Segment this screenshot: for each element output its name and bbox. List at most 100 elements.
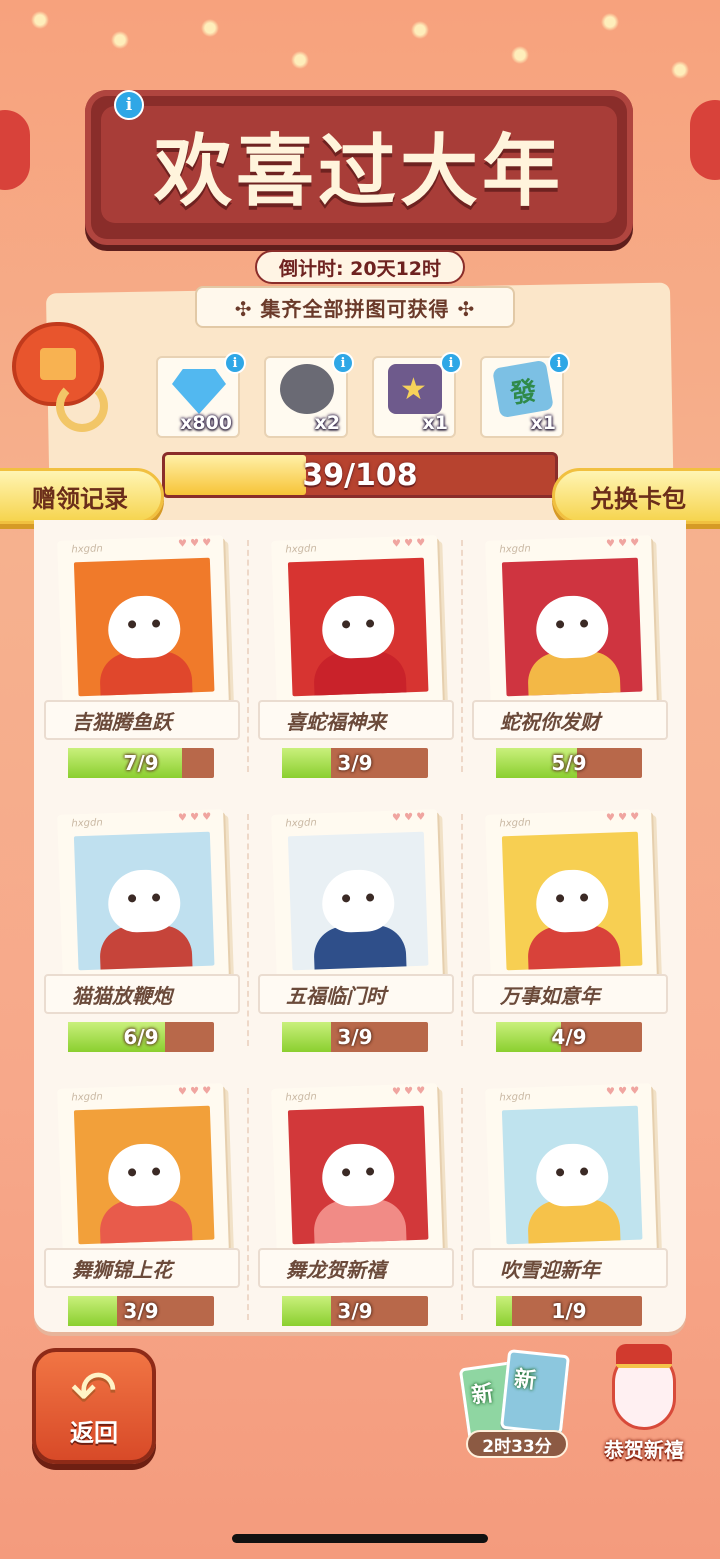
reward-qty: x2: [314, 412, 340, 434]
card-brand: hxgdn: [499, 817, 531, 830]
card-progress-label: 5/9: [551, 751, 587, 775]
card-name: 五福临门时: [258, 974, 454, 1014]
hearts-icon: ♥ ♥ ♥: [605, 1085, 640, 1098]
card-brand: hxgdn: [71, 1091, 103, 1104]
event-info-icon[interactable]: i: [114, 90, 144, 120]
character-face: [321, 1142, 396, 1208]
card-brand: hxgdn: [499, 1091, 531, 1104]
hearts-icon: ♥ ♥ ♥: [605, 811, 640, 824]
card-progress-bar: 4/9: [496, 1022, 642, 1052]
character-face: [535, 868, 610, 934]
card-name: 蛇祝你发财: [472, 700, 668, 740]
card-progress-label: 7/9: [123, 751, 159, 775]
card-progress-bar: 3/9: [282, 748, 428, 778]
card-photo: hxgdn ♥ ♥ ♥: [271, 1083, 443, 1257]
exchange-pack-button[interactable]: 兑换卡包: [552, 468, 720, 524]
lantern-icon: [0, 110, 30, 190]
mascot-hat-icon: [616, 1344, 672, 1368]
home-indicator[interactable]: [232, 1534, 488, 1543]
title-inner: 欢喜过大年: [101, 106, 617, 223]
new-badge: 新: [470, 1381, 496, 1410]
card-progress-label: 3/9: [337, 1299, 373, 1323]
diamond-icon: [172, 369, 226, 414]
reward-qty: x1: [530, 412, 556, 434]
album-card[interactable]: hxgdn ♥ ♥ ♥ 五福临门时 3/9: [248, 794, 463, 1066]
character-face: [107, 594, 182, 660]
card-progress-bar: 3/9: [68, 1296, 214, 1326]
card-progress-bar: 6/9: [68, 1022, 214, 1052]
collection-progress-bar: 39/108: [162, 452, 558, 498]
back-arrow-icon: ↶: [70, 1359, 118, 1424]
album-card[interactable]: hxgdn ♥ ♥ ♥ 喜蛇福神来 3/9: [248, 520, 463, 792]
card-photo: hxgdn ♥ ♥ ♥: [57, 1083, 229, 1257]
reward-info-icon[interactable]: i: [332, 352, 354, 374]
album-card[interactable]: hxgdn ♥ ♥ ♥ 猫猫放鞭炮 6/9: [34, 794, 249, 1066]
card-name: 吉猫腾鱼跃: [44, 700, 240, 740]
card-art: [73, 1105, 215, 1245]
greeting-label: 恭贺新禧: [604, 1438, 684, 1462]
raccoon-avatar-icon: [280, 364, 334, 414]
reward-info-icon[interactable]: i: [440, 352, 462, 374]
card-progress-bar: 3/9: [282, 1296, 428, 1326]
card-album: hxgdn ♥ ♥ ♥ 吉猫腾鱼跃 7/9 hxgdn ♥ ♥ ♥ 喜蛇福神来 3/9 hxgd…: [34, 520, 686, 1332]
card-progress-bar: 5/9: [496, 748, 642, 778]
card-progress-bar: 1/9: [496, 1296, 642, 1326]
album-card[interactable]: hxgdn ♥ ♥ ♥ 蛇祝你发财 5/9: [462, 520, 676, 792]
card-brand: hxgdn: [71, 817, 103, 830]
event-title-banner: 欢喜过大年: [85, 90, 633, 245]
card-art: [287, 831, 429, 971]
card-name: 猫猫放鞭炮: [44, 974, 240, 1014]
card-brand: hxgdn: [71, 543, 103, 556]
album-card[interactable]: hxgdn ♥ ♥ ♥ 万事如意年 4/9: [462, 794, 676, 1066]
star-frame-icon: ★: [388, 364, 442, 414]
page-title: 欢喜过大年: [153, 126, 564, 217]
new-cards-timer: 2时33分: [466, 1430, 568, 1458]
hearts-icon: ♥ ♥ ♥: [177, 811, 212, 824]
back-button-label: 返回: [70, 1419, 118, 1447]
album-card[interactable]: hxgdn ♥ ♥ ♥ 舞狮锦上花 3/9: [34, 1068, 249, 1332]
album-card[interactable]: hxgdn ♥ ♥ ♥ 吹雪迎新年 1/9: [462, 1068, 676, 1332]
card-art: [73, 831, 215, 971]
card-art: [501, 1105, 643, 1245]
new-badge: 新: [512, 1366, 538, 1394]
hearts-icon: ♥ ♥ ♥: [391, 811, 426, 824]
reward-heading: ✣ 集齐全部拼图可获得 ✣: [195, 286, 515, 328]
reward-info-icon[interactable]: i: [548, 352, 570, 374]
card-brand: hxgdn: [285, 543, 317, 556]
new-card-icon: 新: [499, 1348, 571, 1436]
card-name: 喜蛇福神来: [258, 700, 454, 740]
mahjong-tile-icon: 發: [492, 359, 554, 419]
album-card[interactable]: hxgdn ♥ ♥ ♥ 吉猫腾鱼跃 7/9: [34, 520, 249, 792]
card-photo: hxgdn ♥ ♥ ♥: [271, 535, 443, 709]
card-progress-label: 4/9: [551, 1025, 587, 1049]
card-art: [287, 557, 429, 697]
gift-records-button[interactable]: 赠领记录: [0, 468, 164, 524]
character-face: [107, 868, 182, 934]
back-button[interactable]: ↶ 返回: [32, 1348, 156, 1464]
card-progress-bar: 7/9: [68, 748, 214, 778]
hearts-icon: ♥ ♥ ♥: [605, 537, 640, 550]
lucky-bag-ring: [56, 380, 108, 432]
reward-qty: x800: [180, 412, 232, 434]
card-photo: hxgdn ♥ ♥ ♥: [57, 809, 229, 983]
hearts-icon: ♥ ♥ ♥: [391, 537, 426, 550]
character-face: [321, 594, 396, 660]
card-brand: hxgdn: [499, 543, 531, 556]
card-photo: hxgdn ♥ ♥ ♥: [485, 535, 657, 709]
card-photo: hxgdn ♥ ♥ ♥: [485, 809, 657, 983]
card-photo: hxgdn ♥ ♥ ♥: [271, 809, 443, 983]
countdown-timer: 倒计时: 20天12时: [255, 250, 465, 284]
reward-qty: x1: [422, 412, 448, 434]
card-name: 舞龙贺新禧: [258, 1248, 454, 1288]
hearts-icon: ♥ ♥ ♥: [177, 1085, 212, 1098]
card-progress-label: 3/9: [337, 1025, 373, 1049]
album-card[interactable]: hxgdn ♥ ♥ ♥ 舞龙贺新禧 3/9: [248, 1068, 463, 1332]
card-art: [501, 557, 643, 697]
character-face: [321, 868, 396, 934]
card-art: [287, 1105, 429, 1245]
greeting-button[interactable]: 恭贺新禧: [590, 1344, 698, 1462]
character-face: [535, 594, 610, 660]
card-photo: hxgdn ♥ ♥ ♥: [57, 535, 229, 709]
reward-info-icon[interactable]: i: [224, 352, 246, 374]
card-progress-bar: 3/9: [282, 1022, 428, 1052]
